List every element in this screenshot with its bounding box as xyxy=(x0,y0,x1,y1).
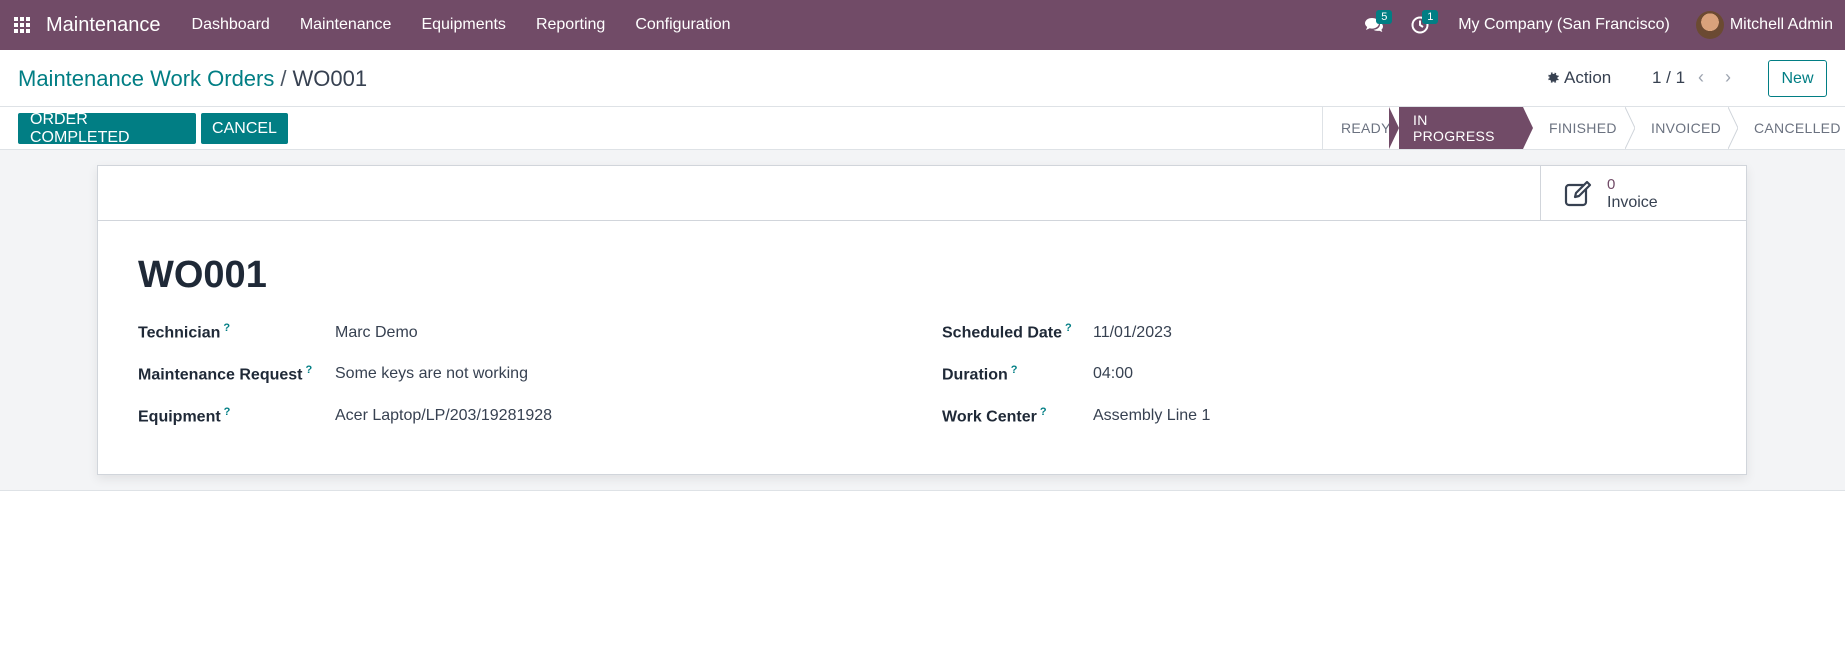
action-menu-button[interactable]: Action xyxy=(1546,68,1611,88)
stage-separator xyxy=(1523,107,1533,149)
invoice-smart-button[interactable]: 0 Invoice xyxy=(1540,166,1746,221)
stage-in-progress[interactable]: IN PROGRESS xyxy=(1389,107,1533,149)
cancel-button[interactable]: CANCEL xyxy=(201,113,288,144)
technician-field[interactable]: Marc Demo xyxy=(335,324,418,342)
menu-reporting[interactable]: Reporting xyxy=(521,0,620,50)
edit-icon xyxy=(1564,180,1592,206)
gear-icon xyxy=(1548,72,1559,83)
button-box: 0 Invoice xyxy=(98,166,1746,221)
stage-ready[interactable]: READY xyxy=(1323,107,1409,149)
duration-label: Duration? xyxy=(942,364,1018,384)
messages-button[interactable]: 5 xyxy=(1354,0,1394,50)
app-brand[interactable]: Maintenance xyxy=(46,14,161,37)
maintenance-request-label: Maintenance Request? xyxy=(138,364,313,384)
activities-button[interactable]: 1 xyxy=(1400,0,1440,50)
breadcrumb-current: WO001 xyxy=(292,66,368,91)
work-center-field[interactable]: Assembly Line 1 xyxy=(1093,407,1210,425)
order-completed-button[interactable]: ORDER COMPLETED xyxy=(18,111,196,146)
stage-invoiced-label: INVOICED xyxy=(1651,120,1722,136)
user-avatar[interactable] xyxy=(1695,11,1724,39)
equipment-label: Equipment? xyxy=(138,406,231,426)
help-icon[interactable]: ? xyxy=(1011,364,1018,376)
menu-maintenance[interactable]: Maintenance xyxy=(285,0,407,50)
record-title: WO001 xyxy=(138,254,267,296)
breadcrumb-parent[interactable]: Maintenance Work Orders xyxy=(18,66,274,91)
stage-separator xyxy=(1728,107,1738,149)
company-switcher[interactable]: My Company (San Francisco) xyxy=(1458,16,1670,34)
menu-equipments[interactable]: Equipments xyxy=(406,0,521,50)
breadcrumb: Maintenance Work Orders / WO001 xyxy=(18,66,367,92)
scheduled-date-field[interactable]: 11/01/2023 xyxy=(1093,324,1172,342)
control-panel: Maintenance Work Orders / WO001 Action 1 /… xyxy=(0,50,1845,107)
stage-invoiced[interactable]: INVOICED xyxy=(1625,107,1738,149)
equipment-field[interactable]: Acer Laptop/LP/203/19281928 xyxy=(335,407,552,425)
help-icon[interactable]: ? xyxy=(1065,322,1072,334)
new-button[interactable]: New xyxy=(1768,60,1827,97)
stage-separator xyxy=(1399,107,1409,149)
pager-previous-icon[interactable]: ‹ xyxy=(1698,67,1704,88)
work-center-label: Work Center? xyxy=(942,406,1047,426)
pager-next-icon[interactable]: › xyxy=(1725,67,1731,88)
stage-cancelled-label: CANCELLED xyxy=(1754,120,1841,136)
invoice-label: Invoice xyxy=(1607,193,1658,211)
stage-finished[interactable]: FINISHED xyxy=(1523,107,1635,149)
help-icon[interactable]: ? xyxy=(224,406,231,418)
stage-in-progress-label: IN PROGRESS xyxy=(1413,112,1495,144)
stage-finished-label: FINISHED xyxy=(1549,120,1617,136)
help-icon[interactable]: ? xyxy=(1040,406,1047,418)
breadcrumb-separator: / xyxy=(280,66,287,91)
scheduled-date-label: Scheduled Date? xyxy=(942,322,1072,342)
action-label: Action xyxy=(1564,68,1612,87)
stage-ready-label: READY xyxy=(1341,120,1391,136)
stage-cancelled[interactable]: CANCELLED xyxy=(1728,107,1845,149)
top-navbar: Maintenance Dashboard Maintenance Equipm… xyxy=(0,0,1845,50)
apps-menu-icon[interactable] xyxy=(0,0,44,50)
duration-field[interactable]: 04:00 xyxy=(1093,365,1133,383)
stage-separator xyxy=(1625,107,1635,149)
stage-pipeline: READY IN PROGRESS FINISHED INVOICED CANC… xyxy=(1322,107,1845,149)
technician-label: Technician? xyxy=(138,322,231,342)
help-icon[interactable]: ? xyxy=(223,322,230,334)
help-icon[interactable]: ? xyxy=(305,364,312,376)
invoice-count: 0 xyxy=(1607,175,1616,193)
stage-separator xyxy=(1389,107,1399,149)
form-sheet: 0 Invoice WO001 Technician? Marc Demo Ma… xyxy=(97,165,1747,475)
statusbar: ORDER COMPLETED CANCEL READY IN PROGRESS… xyxy=(0,107,1845,150)
menu-configuration[interactable]: Configuration xyxy=(620,0,745,50)
messages-badge: 5 xyxy=(1376,10,1393,24)
activities-badge: 1 xyxy=(1422,10,1439,24)
user-menu[interactable]: Mitchell Admin xyxy=(1730,16,1833,34)
pager-value[interactable]: 1 / 1 xyxy=(1652,68,1685,88)
menu-dashboard[interactable]: Dashboard xyxy=(177,0,285,50)
maintenance-request-field[interactable]: Some keys are not working xyxy=(335,365,528,383)
